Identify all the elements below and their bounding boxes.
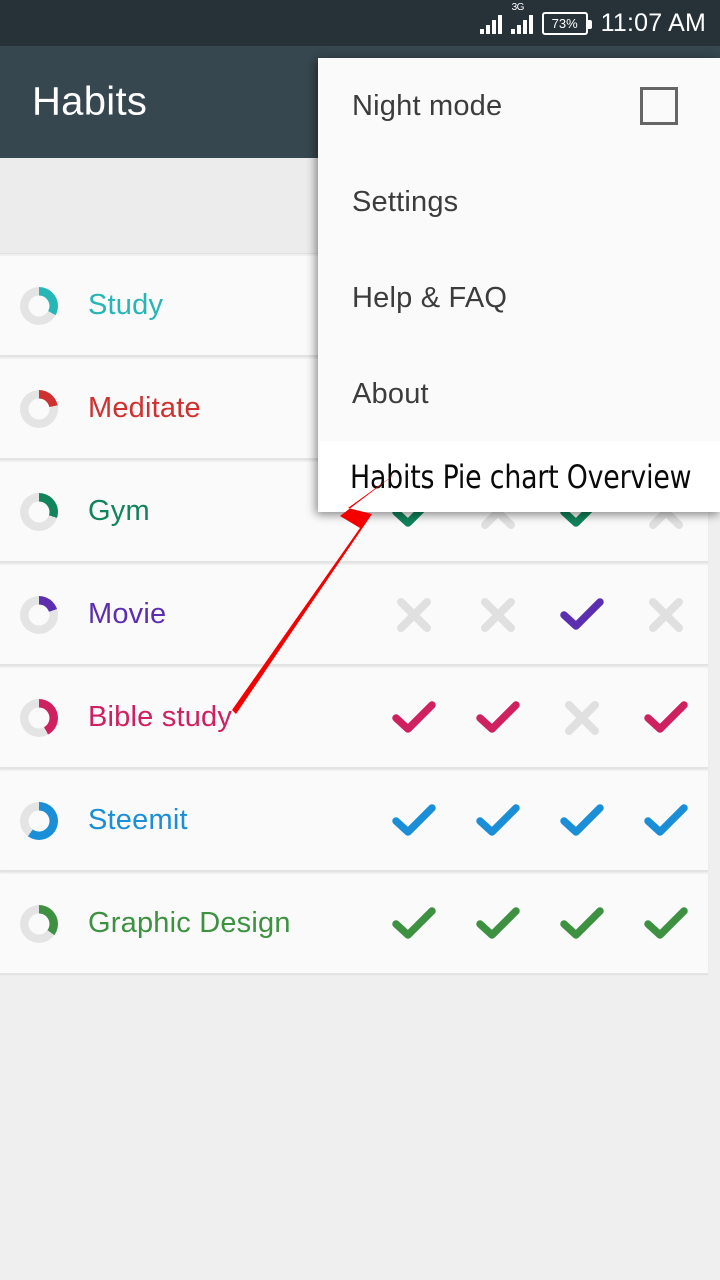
menu-item-label: About — [352, 377, 429, 410]
check-icon[interactable] — [624, 771, 708, 870]
menu-item-settings[interactable]: Settings — [318, 154, 720, 250]
check-icon[interactable] — [624, 668, 708, 767]
habit-name: Bible study — [88, 701, 233, 733]
menu-item-about[interactable]: About — [318, 346, 720, 442]
cross-icon[interactable] — [540, 668, 624, 767]
annotation-label: Habits Pie chart Overview — [350, 457, 692, 496]
menu-item-help-faq[interactable]: Help & FAQ — [318, 250, 720, 346]
battery-icon: 73% — [541, 11, 592, 35]
check-icon[interactable] — [540, 565, 624, 664]
habit-row[interactable]: Movie — [0, 564, 708, 665]
habit-marks — [372, 565, 708, 664]
habit-marks — [372, 668, 708, 767]
habit-name: Meditate — [88, 392, 201, 424]
habit-marks — [372, 874, 708, 973]
habit-row[interactable]: Steemit — [0, 770, 708, 871]
status-bar: 3G 73% 11:07 AM — [0, 0, 720, 46]
cross-icon[interactable] — [624, 565, 708, 664]
signal-bars-icon — [479, 12, 502, 34]
habit-progress-ring — [20, 595, 58, 634]
habit-name: Study — [88, 289, 164, 321]
habit-name: Gym — [88, 495, 150, 527]
check-icon[interactable] — [624, 874, 708, 973]
phone-screen: 3G 73% 11:07 AM Habits Study Meditate Gym M… — [0, 0, 720, 1280]
cross-icon[interactable] — [456, 565, 540, 664]
cross-icon[interactable] — [372, 565, 456, 664]
habit-progress-ring — [20, 286, 58, 325]
check-icon[interactable] — [372, 771, 456, 870]
check-icon[interactable] — [372, 668, 456, 767]
menu-item-label: Night mode — [352, 89, 503, 122]
habit-marks — [372, 771, 708, 870]
night-mode-checkbox[interactable] — [640, 87, 678, 125]
network-type-label: 3G — [511, 2, 525, 13]
menu-item-label: Help & FAQ — [352, 281, 508, 314]
check-icon[interactable] — [540, 874, 624, 973]
habit-progress-ring — [20, 698, 58, 737]
menu-item-label: Settings — [352, 185, 459, 218]
check-icon[interactable] — [456, 874, 540, 973]
habit-row[interactable]: Bible study — [0, 667, 708, 768]
habit-name: Steemit — [88, 804, 188, 836]
habit-progress-ring — [20, 389, 58, 428]
menu-item-night-mode[interactable]: Night mode — [318, 58, 720, 154]
habit-name: Movie — [88, 598, 167, 630]
habit-name: Graphic Design — [88, 907, 291, 939]
habit-row[interactable]: Graphic Design — [0, 873, 708, 974]
habit-progress-ring — [20, 904, 58, 943]
check-icon[interactable] — [456, 668, 540, 767]
habit-progress-ring — [20, 492, 58, 531]
check-icon[interactable] — [456, 771, 540, 870]
signal-bars-3g-icon: 3G — [510, 3, 533, 34]
battery-level-label: 73% — [551, 15, 578, 31]
check-icon[interactable] — [540, 771, 624, 870]
page-title: Habits — [32, 79, 148, 124]
check-icon[interactable] — [372, 874, 456, 973]
habit-progress-ring — [20, 801, 58, 840]
status-clock: 11:07 AM — [600, 8, 706, 37]
